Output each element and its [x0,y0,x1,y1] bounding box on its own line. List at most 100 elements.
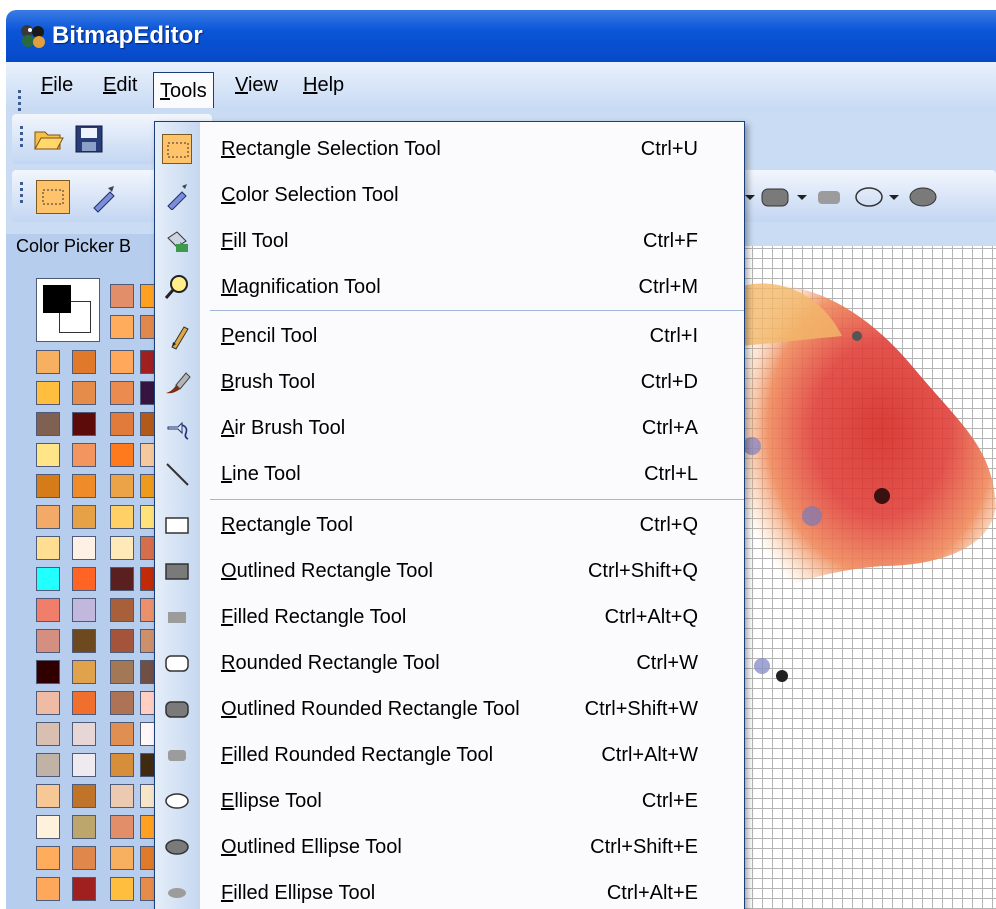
color-swatch[interactable] [36,505,60,529]
foreground-color-swatch[interactable] [43,285,71,313]
eyedropper-toolbar-icon[interactable] [86,180,120,214]
menu-item-filled-rounded-rectangle[interactable]: Filled Rounded Rectangle Tool Ctrl+Alt+W [155,732,744,778]
color-swatch[interactable] [72,691,96,715]
color-swatch[interactable] [72,784,96,808]
color-swatch[interactable] [110,567,134,591]
color-swatch[interactable] [72,753,96,777]
menu-item-paint-bucket[interactable]: Fill Tool Ctrl+F [155,218,744,264]
menu-help[interactable]: Help [303,74,344,97]
color-swatch[interactable] [72,846,96,870]
bitmap-canvas[interactable] [742,246,996,909]
save-icon[interactable] [72,122,106,156]
app-window: BitmapEditor File Edit Tools View Help C… [6,10,996,909]
title-bar[interactable]: BitmapEditor [6,10,996,62]
menu-item-brush[interactable]: Brush Tool Ctrl+D [155,359,744,405]
menu-item-pencil[interactable]: Pencil Tool Ctrl+I [155,313,744,359]
color-swatch[interactable] [110,598,134,622]
color-swatch[interactable] [110,629,134,653]
menu-item-outlined-rounded-rectangle[interactable]: Outlined Rounded Rectangle Tool Ctrl+Shif… [155,686,744,732]
color-swatch[interactable] [72,567,96,591]
menu-item-outlined-rectangle[interactable]: Outlined Rectangle Tool Ctrl+Shift+Q [155,548,744,594]
dropdown-arrow-icon[interactable] [884,180,904,214]
color-swatch[interactable] [36,629,60,653]
color-swatch[interactable] [72,350,96,374]
menu-item-shortcut: Ctrl+M [638,276,698,298]
line-icon [162,459,192,489]
window-title: BitmapEditor [52,22,203,49]
color-swatch[interactable] [110,660,134,684]
color-swatch[interactable] [36,722,60,746]
color-swatch[interactable] [110,815,134,839]
menu-item-shortcut: Ctrl+W [636,652,698,674]
menu-view[interactable]: View [235,74,278,97]
color-swatch[interactable] [72,536,96,560]
ellipse-toolbar-icon[interactable] [852,180,886,214]
color-swatch[interactable] [110,443,134,467]
menu-edit[interactable]: Edit [103,74,137,97]
color-swatch[interactable] [110,691,134,715]
color-swatch[interactable] [36,784,60,808]
color-swatch[interactable] [36,753,60,777]
color-swatch[interactable] [72,505,96,529]
menu-item-rect-select[interactable]: Rectangle Selection Tool Ctrl+U [155,126,744,172]
color-swatch[interactable] [110,753,134,777]
color-swatch[interactable] [72,412,96,436]
color-swatch[interactable] [110,474,134,498]
color-swatch[interactable] [36,691,60,715]
menu-item-filled-rectangle[interactable]: Filled Rectangle Tool Ctrl+Alt+Q [155,594,744,640]
color-swatch[interactable] [110,412,134,436]
color-swatch[interactable] [72,629,96,653]
color-swatch[interactable] [36,660,60,684]
outlined-ellipse-toolbar-icon[interactable] [906,180,940,214]
color-swatch[interactable] [72,722,96,746]
color-swatch[interactable] [110,877,134,901]
color-swatch[interactable] [72,474,96,498]
rect-select-toolbar-button[interactable] [36,180,70,214]
color-swatch[interactable] [110,350,134,374]
menu-item-eyedropper[interactable]: Color Selection Tool [155,172,744,218]
current-colors[interactable] [36,278,100,342]
menu-item-line[interactable]: Line Tool Ctrl+L [155,451,744,497]
menu-item-ellipse[interactable]: Ellipse Tool Ctrl+E [155,778,744,824]
menu-file[interactable]: File [41,74,73,97]
color-swatch[interactable] [72,598,96,622]
color-swatch[interactable] [36,412,60,436]
color-picker-header: Color Picker B [16,236,132,256]
open-icon[interactable] [32,122,66,156]
dropdown-arrow-icon[interactable] [792,180,812,214]
menu-item-magnifier[interactable]: Magnification Tool Ctrl+M [155,264,744,310]
color-swatch[interactable] [72,815,96,839]
menu-separator [210,499,744,500]
color-swatch[interactable] [110,315,134,339]
color-swatch[interactable] [72,443,96,467]
color-swatch[interactable] [110,846,134,870]
menu-tools[interactable]: Tools [153,72,214,108]
color-swatch[interactable] [72,877,96,901]
menu-item-rectangle[interactable]: Rectangle Tool Ctrl+Q [155,502,744,548]
color-swatch[interactable] [36,536,60,560]
color-swatch[interactable] [36,877,60,901]
menu-item-label: Air Brush Tool [221,417,346,439]
menu-item-filled-ellipse[interactable]: Filled Ellipse Tool Ctrl+Alt+E [155,870,744,909]
menu-item-rounded-rectangle[interactable]: Rounded Rectangle Tool Ctrl+W [155,640,744,686]
color-swatch[interactable] [110,722,134,746]
color-swatch[interactable] [36,567,60,591]
filled-rounded-rectangle-toolbar-icon[interactable] [812,180,846,214]
color-swatch[interactable] [110,536,134,560]
outlined-rounded-rectangle-toolbar-icon[interactable] [758,180,792,214]
color-swatch[interactable] [36,846,60,870]
menu-item-airbrush[interactable]: Air Brush Tool Ctrl+A [155,405,744,451]
color-swatch[interactable] [110,381,134,405]
color-swatch[interactable] [36,381,60,405]
color-swatch[interactable] [72,381,96,405]
color-swatch[interactable] [36,598,60,622]
color-swatch[interactable] [36,443,60,467]
color-swatch[interactable] [110,784,134,808]
color-swatch[interactable] [72,660,96,684]
color-swatch[interactable] [36,350,60,374]
color-swatch[interactable] [36,474,60,498]
menu-item-outlined-ellipse[interactable]: Outlined Ellipse Tool Ctrl+Shift+E [155,824,744,870]
color-swatch[interactable] [110,284,134,308]
color-swatch[interactable] [36,815,60,839]
color-swatch[interactable] [110,505,134,529]
